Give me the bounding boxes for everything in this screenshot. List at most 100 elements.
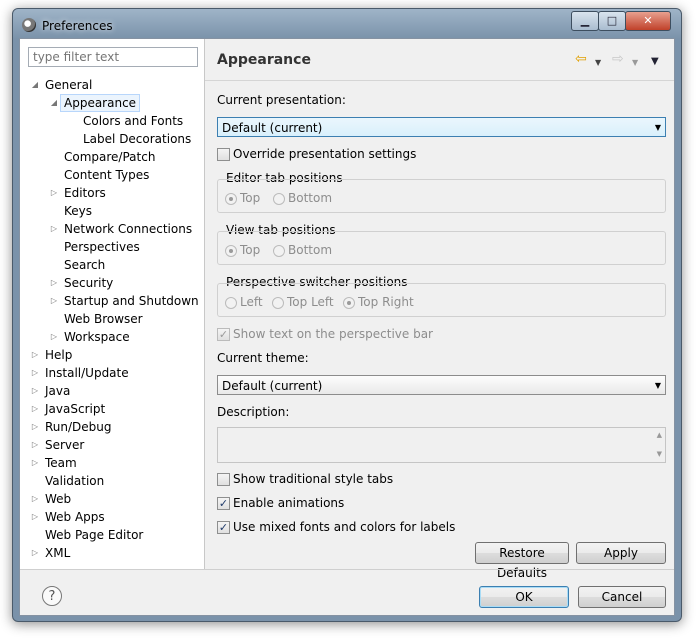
expand-arrow-icon[interactable]: ▷ [30, 382, 40, 400]
tree-item[interactable]: Content Types [20, 166, 204, 184]
collapse-arrow-icon[interactable]: ◢ [30, 76, 40, 94]
expand-arrow-icon[interactable]: ▷ [49, 328, 59, 346]
tree-item[interactable]: ◢ General [20, 76, 204, 94]
expand-arrow-icon[interactable]: ▷ [30, 436, 40, 454]
tree-item[interactable]: Label Decorations [20, 130, 204, 148]
tree-item-label: Run/Debug [45, 420, 112, 434]
tree-item[interactable]: Validation [20, 472, 204, 490]
scroll-up-icon[interactable]: ▲ [657, 431, 662, 439]
tree-item[interactable]: Web Page Editor [20, 526, 204, 544]
tree-item[interactable]: ▷ Install/Update [20, 364, 204, 382]
tree-item[interactable]: ▷ Web [20, 490, 204, 508]
minimize-button[interactable]: ▁ [571, 11, 599, 31]
tree-item[interactable]: ▷ Security [20, 274, 204, 292]
current-presentation-select[interactable]: Default (current) ▼ [217, 117, 666, 137]
collapse-arrow-icon[interactable]: ◢ [49, 94, 59, 112]
perspective-switcher-group [217, 283, 666, 317]
override-presentation-checkbox[interactable] [217, 148, 230, 161]
title-bar[interactable]: Preferences ▁ □ ✕ [13, 9, 681, 39]
maximize-button[interactable]: □ [598, 11, 626, 31]
view-menu-icon[interactable]: ▼ [651, 54, 659, 70]
expand-arrow-icon[interactable]: ▷ [49, 220, 59, 238]
tree-item[interactable]: Compare/Patch [20, 148, 204, 166]
expand-arrow-icon[interactable]: ▷ [30, 364, 40, 382]
tree-item[interactable]: Search [20, 256, 204, 274]
expand-arrow-icon[interactable]: ▷ [49, 292, 59, 310]
chevron-down-icon: ▼ [654, 381, 661, 390]
enable-animations-checkbox[interactable]: ✓ [217, 497, 230, 510]
perspective-top-left-label: Top Left [287, 295, 334, 309]
tree-item-label: Content Types [64, 168, 150, 182]
description-text-area[interactable]: ▲ ▼ [217, 427, 666, 463]
help-icon[interactable]: ? [42, 586, 62, 606]
show-text-perspective-label: Show text on the perspective bar [233, 327, 433, 341]
tree-item[interactable]: ▷ JavaScript [20, 400, 204, 418]
tree-item-label: Security [64, 276, 114, 290]
close-button[interactable]: ✕ [625, 11, 671, 31]
perspective-top-right-label: Top Right [358, 295, 414, 309]
tree-item-label: Workspace [64, 330, 130, 344]
tree-item[interactable]: ▷ Team [20, 454, 204, 472]
current-theme-select[interactable]: Default (current) ▼ [217, 375, 666, 395]
tree-item[interactable]: Perspectives [20, 238, 204, 256]
editor-tab-bottom-radio[interactable] [273, 193, 285, 205]
tree-item[interactable]: Web Browser [20, 310, 204, 328]
tree-item-label: Team [45, 456, 77, 470]
traditional-tabs-label: Show traditional style tabs [233, 472, 394, 486]
forward-arrow-icon[interactable]: ⇨ [612, 51, 624, 67]
tree-item-label: Network Connections [64, 222, 193, 236]
perspective-top-left-radio[interactable] [272, 297, 284, 309]
ok-button[interactable]: OK [479, 586, 569, 608]
restore-defaults-button[interactable]: Restore Defaults [475, 542, 569, 580]
tree-item[interactable]: ▷ Network Connections [20, 220, 204, 238]
expand-arrow-icon[interactable]: ▷ [30, 400, 40, 418]
editor-tab-bottom-label: Bottom [288, 191, 333, 205]
tree-item[interactable]: ▷ Java [20, 382, 204, 400]
close-icon: ✕ [643, 14, 653, 27]
forward-history-dropdown-icon[interactable]: ▼ [632, 55, 638, 71]
show-text-perspective-checkbox[interactable]: ✓ [217, 328, 230, 341]
expand-arrow-icon[interactable]: ▷ [30, 544, 40, 562]
back-arrow-icon[interactable]: ⇦ [575, 51, 587, 67]
tree-item[interactable]: ▷ XML [20, 544, 204, 562]
expand-arrow-icon[interactable]: ▷ [30, 418, 40, 436]
tree-item-label: Web Page Editor [45, 528, 144, 542]
tree-item-label: Perspectives [64, 240, 140, 254]
back-history-dropdown-icon[interactable]: ▼ [595, 55, 601, 71]
filter-input[interactable] [28, 47, 198, 67]
expand-arrow-icon[interactable]: ▷ [30, 490, 40, 508]
tree-item[interactable]: ◢ Appearance [20, 94, 204, 112]
tree-item-label: XML [45, 546, 71, 560]
tree-item[interactable]: Keys [20, 202, 204, 220]
apply-button[interactable]: Apply [576, 542, 666, 564]
tree-item-label: Search [64, 258, 106, 272]
tree-item[interactable]: ▷ Server [20, 436, 204, 454]
tree-item[interactable]: ▷ Help [20, 346, 204, 364]
tree-item-label: Web Browser [64, 312, 143, 326]
mixed-fonts-checkbox[interactable]: ✓ [217, 521, 230, 534]
tree-item[interactable]: ▷ Editors [20, 184, 204, 202]
tree-item[interactable]: ▷ Startup and Shutdown [20, 292, 204, 310]
scroll-down-icon[interactable]: ▼ [657, 450, 662, 458]
tree-item[interactable]: ▷ Workspace [20, 328, 204, 346]
tree-item[interactable]: ▷ Run/Debug [20, 418, 204, 436]
expand-arrow-icon[interactable]: ▷ [30, 454, 40, 472]
tree-item[interactable]: Colors and Fonts [20, 112, 204, 130]
preferences-window: Preferences ▁ □ ✕ ◢ General ◢AppearanceCol… [12, 8, 682, 622]
perspective-left-radio[interactable] [225, 297, 237, 309]
view-tab-bottom-radio[interactable] [273, 245, 285, 257]
view-tab-top-radio[interactable] [225, 245, 237, 257]
view-tab-bottom-label: Bottom [288, 243, 333, 257]
expand-arrow-icon[interactable]: ▷ [49, 274, 59, 292]
expand-arrow-icon[interactable]: ▷ [49, 184, 59, 202]
enable-animations-label: Enable animations [233, 496, 345, 510]
traditional-tabs-checkbox[interactable] [217, 473, 230, 486]
expand-arrow-icon[interactable]: ▷ [30, 346, 40, 364]
cancel-button[interactable]: Cancel [578, 586, 666, 608]
expand-arrow-icon[interactable]: ▷ [30, 508, 40, 526]
perspective-top-right-radio[interactable] [343, 297, 355, 309]
tree-item-label: General [45, 78, 93, 92]
tree-item[interactable]: ▷ Web Apps [20, 508, 204, 526]
editor-tab-top-radio[interactable] [225, 193, 237, 205]
tree-item-label: Install/Update [45, 366, 129, 380]
